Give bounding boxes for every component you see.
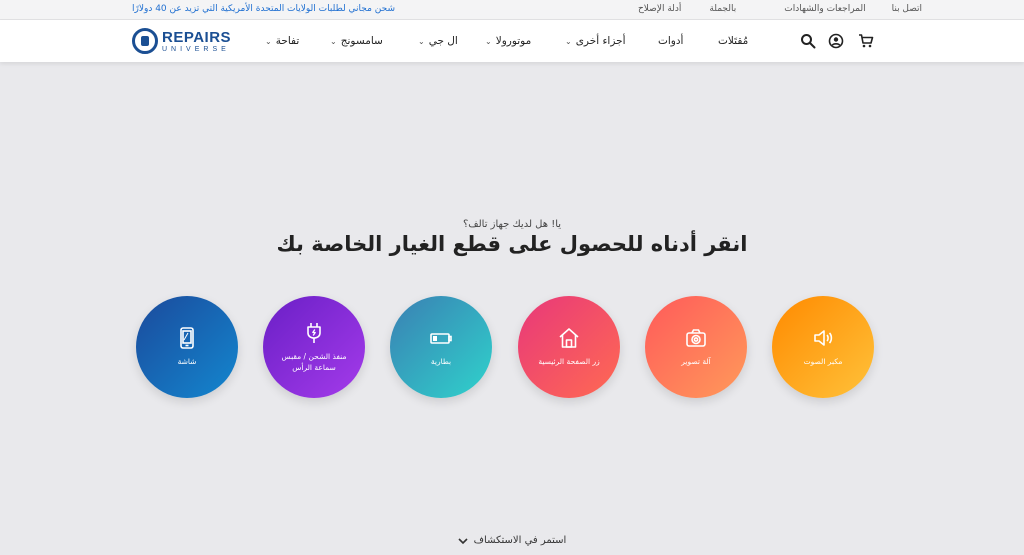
charging-plug-icon	[307, 322, 321, 343]
account-icon[interactable]	[827, 32, 845, 50]
repair-guides-link[interactable]: أدلة الإصلاح	[638, 4, 681, 14]
main-navigation: REPAIRS UNIVERSE تفاحة ⌄ سامسونج ⌄ ال جي ⌄ …	[0, 20, 1024, 62]
nav-item-motorola[interactable]: موتورولا ⌄	[485, 35, 531, 47]
category-screen[interactable]: شاشة	[136, 296, 238, 398]
cart-icon[interactable]	[857, 32, 875, 50]
search-icon[interactable]	[799, 32, 817, 50]
free-shipping-promo: شحن مجاني لطلبات الولايات المتحدة الأمري…	[132, 4, 395, 14]
category-speaker[interactable]: مكبر الصوت	[772, 296, 874, 398]
logo-word: REPAIRS	[162, 28, 232, 46]
hero-headline: انقر أدناه للحصول على قطع الغيار الخاصة …	[276, 232, 748, 256]
category-camera[interactable]: آلة تصوير	[645, 296, 747, 398]
top-links: اتصل بنا المراجعات والشهادات بالجملة أدل…	[638, 4, 922, 14]
speaker-icon	[814, 330, 833, 347]
chevron-down-icon: ⌄	[265, 36, 272, 46]
chevron-down-icon: ⌄	[330, 36, 337, 46]
reviews-link[interactable]: المراجعات والشهادات	[784, 4, 865, 14]
wholesale-link[interactable]: بالجملة	[709, 4, 736, 14]
chevron-down-icon: ⌄	[485, 36, 492, 46]
camera-icon	[686, 329, 706, 348]
chevron-down-icon: ⌄	[565, 36, 572, 46]
nav-item-apple[interactable]: تفاحة ⌄	[265, 35, 299, 47]
chevron-down-icon	[458, 537, 468, 544]
logo-mark	[132, 28, 158, 54]
logo-subtitle: UNIVERSE	[162, 45, 230, 53]
repairs-universe-logo[interactable]: REPAIRS UNIVERSE	[132, 28, 231, 54]
category-home-button[interactable]: زر الصفحة الرئيسية	[518, 296, 620, 398]
contact-us-link[interactable]: اتصل بنا	[892, 4, 922, 14]
phone-screen-icon	[180, 327, 194, 350]
category-battery[interactable]: بطارية	[390, 296, 492, 398]
nav-item-lg[interactable]: ال جي ⌄	[418, 35, 458, 47]
battery-icon	[430, 333, 452, 345]
home-icon	[559, 328, 579, 349]
nav-item-refurbished[interactable]: مُقتَلات	[718, 35, 748, 47]
hero-section: يا! هل لديك جهاز تالف؟ انقر أدناه للحصول…	[0, 62, 1024, 555]
category-charging-port[interactable]: منفذ الشحن / مقبس سماعة الرأس	[263, 296, 365, 398]
nav-item-tools[interactable]: أدوات	[658, 35, 683, 47]
continue-exploring-link[interactable]: استمر في الاستكشاف	[0, 535, 1024, 546]
top-bar: شحن مجاني لطلبات الولايات المتحدة الأمري…	[0, 0, 1024, 20]
hero-eyebrow: يا! هل لديك جهاز تالف؟	[462, 219, 562, 230]
nav-item-samsung[interactable]: سامسونج ⌄	[330, 35, 383, 47]
chevron-down-icon: ⌄	[418, 36, 425, 46]
nav-item-other-parts[interactable]: أجزاء أخرى ⌄	[565, 35, 626, 47]
